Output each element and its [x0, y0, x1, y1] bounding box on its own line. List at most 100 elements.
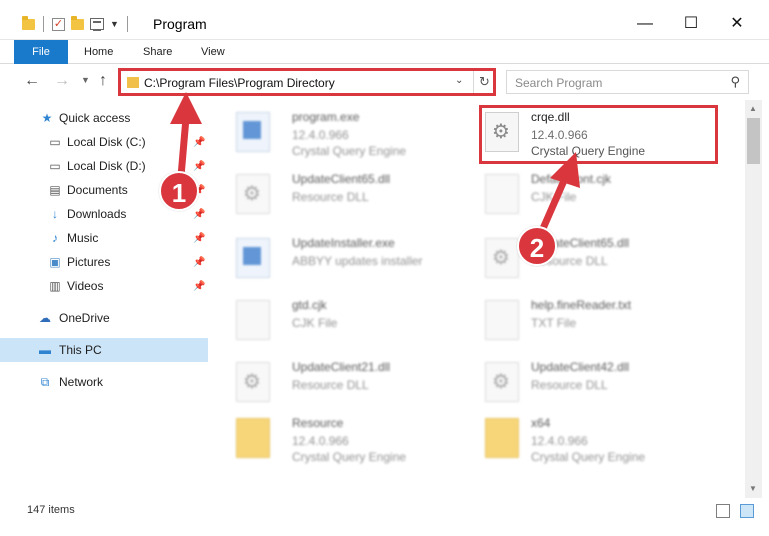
sidebar-item-label: Local Disk (C:) [67, 135, 146, 149]
item-count: 147 items [27, 504, 75, 516]
file-item[interactable]: UpdateClient21.dll Resource DLL [215, 352, 450, 410]
dll-gear-icon [236, 174, 270, 214]
properties-check-icon[interactable]: ✓ [52, 17, 65, 31]
annotation-badge-1: 1 [159, 171, 199, 211]
pin-icon: 📌 [193, 280, 206, 292]
tiles-view-icon[interactable] [740, 504, 754, 518]
arrow-head [170, 92, 202, 124]
sidebar-item-this-pc[interactable]: ▬ This PC [0, 338, 208, 362]
forward-arrow-icon[interactable]: → [54, 72, 70, 90]
recent-locations-chevron-icon[interactable]: ▼ [81, 75, 90, 85]
file-detail: Resource DLL [531, 378, 608, 392]
file-name: program.exe [292, 110, 360, 124]
dll-gear-icon [485, 112, 519, 152]
file-icon [485, 300, 519, 340]
folder-item[interactable]: Resource 12.4.0.966 Crystal Query Engine [215, 408, 450, 466]
music-icon: ♪ [52, 231, 58, 245]
folder-item[interactable]: x64 12.4.0.966 Crystal Query Engine [464, 408, 699, 466]
sidebar-item-pictures[interactable]: ▣ Pictures 📌 [0, 250, 208, 274]
file-name: crqe.dll [531, 110, 570, 124]
sidebar-item-label: OneDrive [59, 311, 110, 325]
scroll-up-icon[interactable]: ▲ [749, 104, 757, 113]
file-item[interactable]: UpdateClient65.dll Resource DLL [215, 164, 450, 222]
customize-icon[interactable] [90, 18, 104, 31]
arrow-head [550, 152, 580, 188]
file-detail: Crystal Query Engine [531, 450, 646, 464]
pictures-icon: ▣ [49, 255, 61, 269]
search-icon[interactable]: ⚲ [730, 74, 740, 90]
file-detail: 12.4.0.966 [292, 128, 349, 142]
file-name: UpdateClient42.dll [531, 360, 630, 374]
cloud-icon: ☁ [39, 311, 51, 325]
chevron-down-icon[interactable]: ⌄ [455, 75, 463, 86]
refresh-icon[interactable]: ↻ [473, 71, 495, 93]
file-item[interactable]: UpdateClient42.dll Resource DLL [464, 352, 699, 410]
file-detail: CJK File [292, 316, 338, 330]
dll-gear-icon [236, 362, 270, 402]
tab-home[interactable]: Home [70, 40, 127, 64]
file-detail: Resource DLL [292, 378, 369, 392]
pin-icon: 📌 [193, 208, 206, 220]
ribbon: File Home Share View [0, 40, 769, 98]
title-bar: ✓ ▼ Program — ☐ ✕ [0, 0, 769, 40]
file-item[interactable]: help.fineReader.txt TXT File [464, 290, 699, 348]
folder-icon [236, 418, 270, 458]
sidebar-item-label: Downloads [67, 207, 127, 221]
back-arrow-icon[interactable]: ← [24, 72, 40, 90]
scrollbar-thumb[interactable] [747, 118, 760, 164]
drive-icon: ▭ [49, 159, 61, 173]
pin-icon: 📌 [193, 232, 206, 244]
tab-view[interactable]: View [187, 40, 239, 64]
file-detail: Resource DLL [292, 190, 369, 204]
sidebar-item-label: Music [67, 231, 99, 245]
chevron-down-icon[interactable]: ▼ [110, 19, 119, 29]
scroll-down-icon[interactable]: ▼ [749, 484, 757, 493]
sidebar-item-label: Local Disk (D:) [67, 159, 146, 173]
file-item[interactable]: program.exe 12.4.0.966 Crystal Query Eng… [215, 102, 450, 160]
videos-icon: ▥ [49, 279, 61, 293]
drive-icon: ▭ [49, 135, 61, 149]
file-name: UpdateInstaller.exe [292, 236, 395, 250]
folder-icon [22, 15, 35, 30]
status-bar: 147 items [0, 498, 769, 536]
sidebar-item-network[interactable]: ⧉ Network [0, 370, 208, 394]
details-view-icon[interactable] [716, 504, 730, 518]
tab-share[interactable]: Share [129, 40, 186, 64]
folder-icon [127, 77, 139, 88]
sidebar-item-label: Documents [67, 183, 128, 197]
minimize-button[interactable]: — [622, 10, 668, 40]
file-detail: 12.4.0.966 [292, 434, 349, 448]
maximize-button[interactable]: ☐ [668, 10, 714, 40]
file-name: x64 [531, 416, 551, 430]
file-icon [236, 300, 270, 340]
annotation-badge-2: 2 [517, 226, 557, 266]
file-name: UpdateClient21.dll [292, 360, 391, 374]
file-item[interactable]: UpdateInstaller.exe ABBYY updates instal… [215, 228, 450, 286]
file-detail: 12.4.0.966 [531, 434, 588, 448]
sidebar-item-onedrive[interactable]: ☁ OneDrive [0, 306, 208, 330]
vertical-scrollbar[interactable]: ▲ ▼ [745, 100, 762, 498]
sidebar-item-music[interactable]: ♪ Music 📌 [0, 226, 208, 250]
documents-icon: ▤ [49, 183, 61, 197]
network-icon: ⧉ [40, 375, 50, 389]
search-placeholder[interactable]: Search Program [515, 76, 602, 90]
up-arrow-icon[interactable]: ↑ [99, 72, 107, 90]
sidebar-item-videos[interactable]: ▥ Videos 📌 [0, 274, 208, 298]
computer-icon: ▬ [39, 343, 51, 357]
file-name: gtd.cjk [292, 298, 327, 312]
sidebar-item-label: Videos [67, 279, 104, 293]
close-button[interactable]: ✕ [714, 10, 760, 40]
file-name: Resource [292, 416, 344, 430]
file-detail: ABBYY updates installer [292, 254, 423, 268]
file-detail: Crystal Query Engine [292, 144, 407, 158]
window-title: Program [153, 16, 207, 32]
search-box[interactable]: Search Program ⚲ [506, 70, 749, 94]
file-name: UpdateClient65.dll [292, 172, 391, 186]
file-item[interactable]: gtd.cjk CJK File [215, 290, 450, 348]
new-folder-icon[interactable] [71, 15, 84, 30]
sidebar-item-label: Quick access [59, 111, 131, 125]
installer-icon [236, 238, 270, 278]
quick-access-toolbar: ✓ ▼ [22, 14, 130, 34]
file-name: help.fineReader.txt [531, 298, 632, 312]
sidebar-item-label: Network [59, 375, 104, 389]
